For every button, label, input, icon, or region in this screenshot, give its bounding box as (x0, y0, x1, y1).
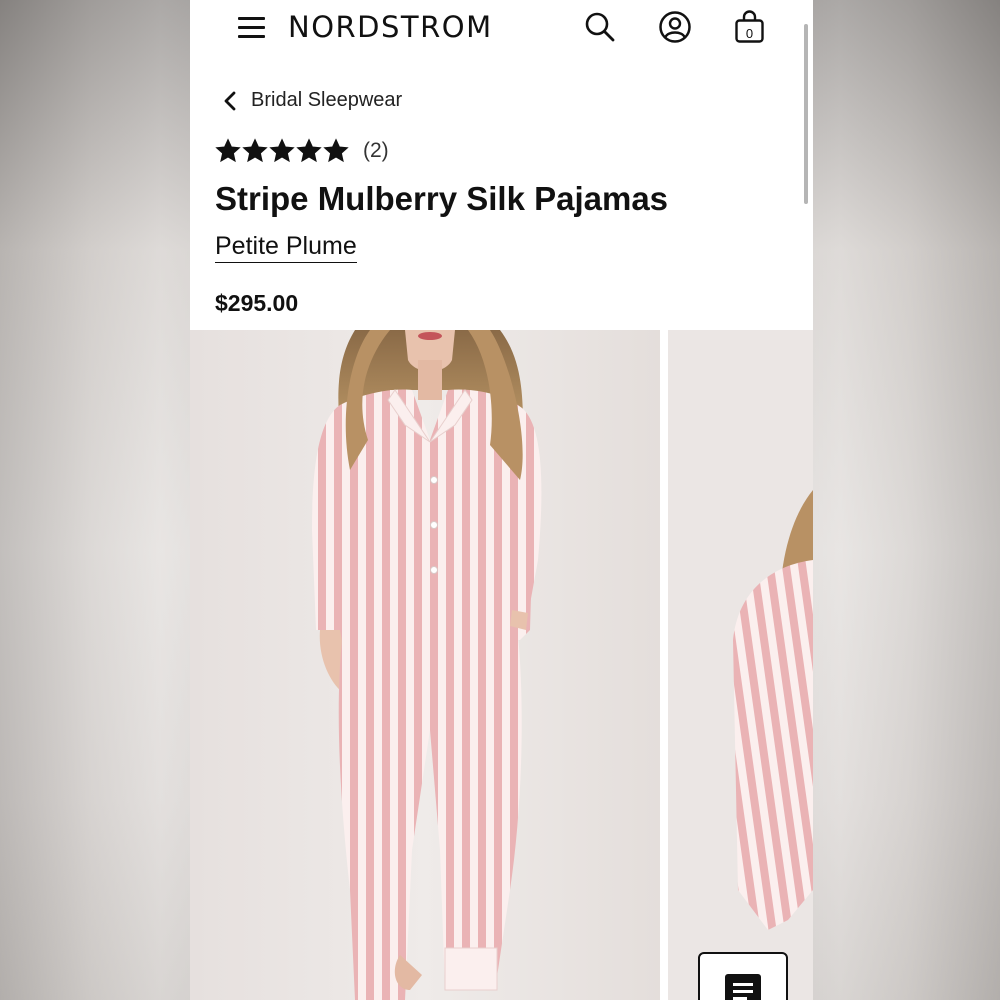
mobile-page: NORDSTROM 0 Bridal Sleepwear (2) Stripe … (190, 0, 813, 1000)
background-blur-right (810, 0, 1000, 1000)
product-photo-front[interactable] (190, 330, 660, 1000)
star-rating (215, 138, 350, 164)
star-icon (269, 138, 295, 163)
search-icon[interactable] (583, 10, 617, 44)
product-title: Stripe Mulberry Silk Pajamas (215, 180, 669, 217)
star-icon (296, 138, 322, 163)
background-blur-left (0, 0, 190, 1000)
chevron-left-icon (224, 91, 236, 110)
brand-link[interactable]: Petite Plume (215, 232, 357, 263)
breadcrumb-label[interactable]: Bridal Sleepwear (251, 89, 402, 112)
nordstrom-logo[interactable]: NORDSTROM (288, 10, 493, 44)
breadcrumb[interactable]: Bridal Sleepwear (223, 89, 402, 112)
site-header: NORDSTROM 0 (190, 0, 813, 56)
star-icon (242, 138, 268, 163)
review-count[interactable]: (2) (363, 139, 389, 163)
shopping-bag-icon[interactable]: 0 (733, 10, 767, 44)
product-price: $295.00 (215, 290, 299, 316)
chat-icon (725, 974, 761, 1000)
chat-button[interactable] (698, 952, 788, 1000)
scrollbar[interactable] (804, 24, 808, 204)
hamburger-menu-icon[interactable] (238, 15, 266, 39)
star-icon (323, 138, 349, 163)
product-rating[interactable]: (2) (215, 138, 389, 164)
bag-count: 0 (746, 26, 753, 41)
star-icon (215, 138, 241, 163)
product-photo-side[interactable] (668, 330, 813, 1000)
account-icon[interactable] (658, 10, 692, 44)
